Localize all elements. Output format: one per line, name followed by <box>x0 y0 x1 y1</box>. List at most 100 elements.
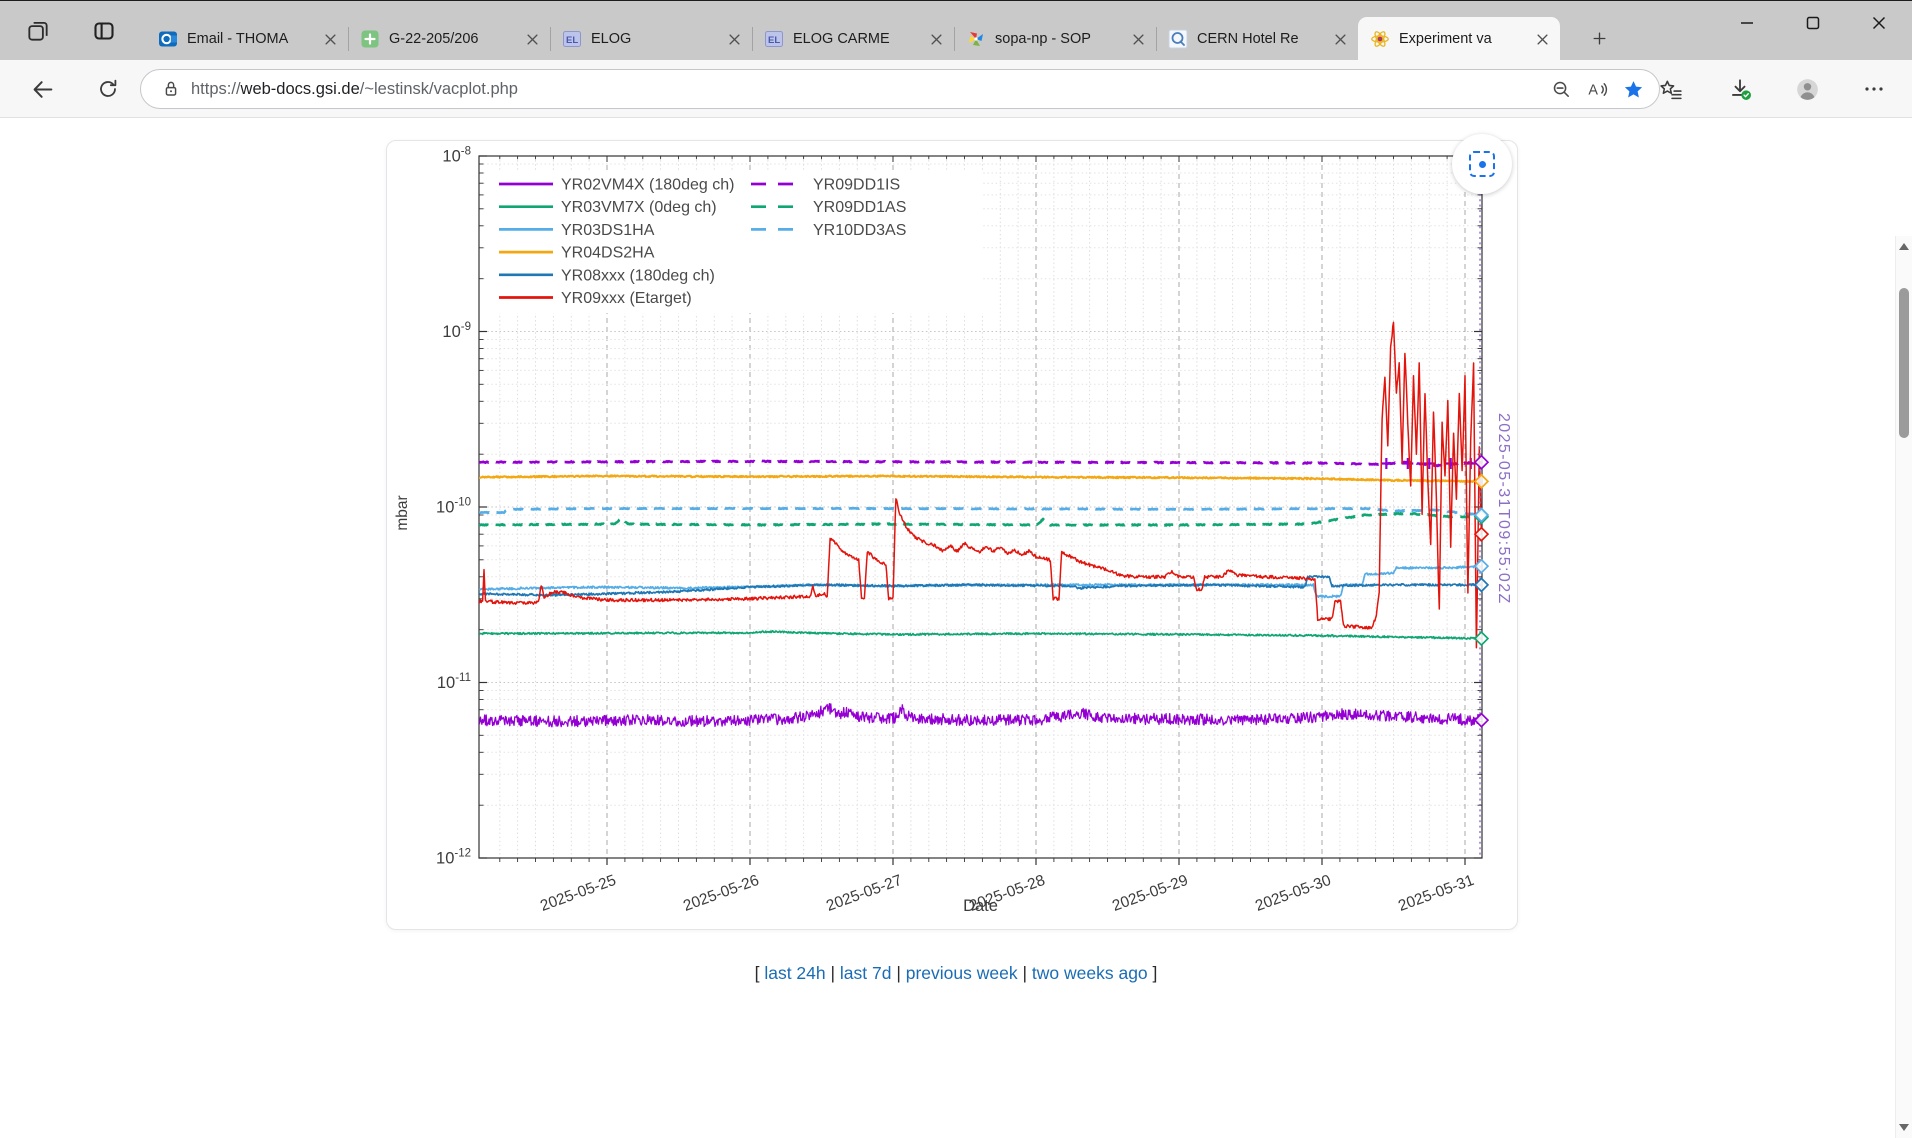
tab-cern-hotel-re[interactable]: CERN Hotel Re <box>1156 17 1358 61</box>
legend-label: YR09xxx (Etarget) <box>561 290 692 307</box>
url-path: /~lestinsk/vacplot.php <box>360 80 518 98</box>
more-menu-icon[interactable] <box>1860 75 1888 103</box>
end-marker-diamond <box>1475 475 1488 488</box>
x-axis-label: Date <box>963 897 998 915</box>
y-axis-label: mbar <box>394 495 411 530</box>
legend-label: YR04DS2HA <box>561 245 655 262</box>
tab-title: sopa-np - SOP <box>995 31 1124 47</box>
elog-favicon: EL <box>562 29 582 49</box>
tab-title: Email - THOMA <box>187 31 316 47</box>
tab-email-thoma[interactable]: Email - THOMA <box>146 17 348 61</box>
downloads-icon[interactable] <box>1726 75 1754 103</box>
end-marker-diamond <box>1475 456 1488 469</box>
url-scheme: https:// <box>191 80 241 98</box>
favorite-star-icon[interactable] <box>1621 77 1645 101</box>
links-separator: | <box>1018 963 1032 983</box>
x-tick-label: 2025-05-29 <box>1110 872 1190 915</box>
legend-label: YR03DS1HA <box>561 222 655 239</box>
tab-title: CERN Hotel Re <box>1197 31 1326 47</box>
link-last-7d[interactable]: last 7d <box>840 963 892 983</box>
scrollbar-thumb[interactable] <box>1899 288 1909 438</box>
y-tick-label: 10-11 <box>437 672 471 692</box>
y-tick-label: 10-8 <box>442 146 471 166</box>
tab-close-icon[interactable] <box>928 31 944 47</box>
favorites-hub-icon[interactable] <box>1657 75 1685 103</box>
tab-separator <box>752 27 753 51</box>
scroll-up-arrow-icon[interactable] <box>1899 243 1909 250</box>
address-bar[interactable]: https://web-docs.gsi.de/~lestinsk/vacplo… <box>140 69 1660 109</box>
outlook-favicon <box>158 29 178 49</box>
x-tick-label: 2025-05-26 <box>681 872 761 915</box>
tab-separator <box>550 27 551 51</box>
url-text[interactable]: https://web-docs.gsi.de/~lestinsk/vacplo… <box>191 80 1549 99</box>
tab-actions-icon[interactable] <box>90 17 118 45</box>
tab-sopa-np-sop[interactable]: sopa-np - SOP <box>954 17 1156 61</box>
tab-elog[interactable]: ELELOG <box>550 17 752 61</box>
link-previous-week[interactable]: previous week <box>906 963 1018 983</box>
read-aloud-icon[interactable]: A <box>1585 77 1609 101</box>
tab-title: ELOG CARME <box>793 31 922 47</box>
tab-title: G-22-205/206 <box>389 31 518 47</box>
links-open-bracket: [ <box>755 963 765 983</box>
back-icon[interactable] <box>28 75 56 103</box>
tab-separator <box>954 27 955 51</box>
series-yr03vm7x-0deg-ch <box>479 631 1481 639</box>
sheet-favicon <box>360 29 380 49</box>
series-yr08xxx-180deg-ch <box>479 576 1481 596</box>
link-last-24h[interactable]: last 24h <box>764 963 825 983</box>
y-tick-label: 10-10 <box>436 497 471 517</box>
tab-title: Experiment va <box>1399 31 1528 47</box>
legend-label: YR02VM4X (180deg ch) <box>561 177 734 194</box>
visual-search-capture-button[interactable] <box>1452 134 1512 194</box>
svg-text:A: A <box>1588 82 1598 98</box>
legend-label: YR10DD3AS <box>813 222 906 239</box>
x-tick-label: 2025-05-30 <box>1253 872 1334 915</box>
links-close-bracket: ] <box>1148 963 1158 983</box>
legend-label: YR09DD1IS <box>813 177 900 194</box>
browser-titlebar: Email - THOMAG-22-205/206ELELOGELELOG CA… <box>0 0 1912 60</box>
legend-label: YR08xxx (180deg ch) <box>561 267 715 284</box>
pinwheel-favicon <box>966 29 986 49</box>
end-marker-diamond <box>1475 528 1488 541</box>
link-two-weeks-ago[interactable]: two weeks ago <box>1032 963 1148 983</box>
scroll-down-arrow-icon[interactable] <box>1899 1124 1909 1131</box>
annotation-timestamp: 2025-05-31T09:55:02Z <box>1495 413 1512 605</box>
y-tick-label: 10-12 <box>436 848 471 868</box>
page-scrollbar[interactable] <box>1895 236 1912 1138</box>
series-yr10dd3as <box>479 508 1481 515</box>
capture-frame-icon <box>1469 151 1495 177</box>
tab-close-icon[interactable] <box>1130 31 1146 47</box>
browser-toolbar: https://web-docs.gsi.de/~lestinsk/vacplo… <box>0 60 1912 118</box>
tab-close-icon[interactable] <box>1332 31 1348 47</box>
vacuum-pressure-chart: 10-810-910-1010-1110-122025-05-252025-05… <box>387 141 1515 927</box>
time-range-links: [ last 24h | last 7d | previous week | t… <box>0 963 1912 984</box>
tab-close-icon[interactable] <box>1534 31 1550 47</box>
tab-close-icon[interactable] <box>726 31 742 47</box>
lock-icon[interactable] <box>159 77 183 101</box>
series-yr09dd1is <box>479 461 1481 466</box>
legend-label: YR03VM7X (0deg ch) <box>561 199 717 216</box>
maximize-button[interactable] <box>1780 1 1846 45</box>
tab-g-22-205-206[interactable]: G-22-205/206 <box>348 17 550 61</box>
series-yr02vm4x-180deg-ch <box>479 704 1481 727</box>
tab-experiment-va[interactable]: Experiment va <box>1358 17 1560 61</box>
tab-elog-carme[interactable]: EL ELOG CARME <box>752 17 954 61</box>
cern-favicon <box>1168 29 1188 49</box>
tab-close-icon[interactable] <box>524 31 540 47</box>
minimize-button[interactable] <box>1714 1 1780 45</box>
close-window-button[interactable] <box>1846 1 1912 45</box>
legend-label: YR09DD1AS <box>813 199 906 216</box>
refresh-icon[interactable] <box>94 75 122 103</box>
x-tick-label: 2025-05-25 <box>538 872 618 915</box>
tab-close-icon[interactable] <box>322 31 338 47</box>
tab-separator <box>1156 27 1157 51</box>
links-separator: | <box>826 963 840 983</box>
new-tab-button[interactable] <box>1584 23 1614 53</box>
zoom-out-icon[interactable] <box>1549 77 1573 101</box>
links-separator: | <box>891 963 905 983</box>
elog-favicon: EL <box>764 29 784 49</box>
workspaces-icon[interactable] <box>24 17 52 45</box>
svg-text:EL: EL <box>566 35 578 46</box>
profile-avatar-icon[interactable] <box>1793 75 1821 103</box>
page-content: 10-810-910-1010-1110-122025-05-252025-05… <box>0 118 1912 1020</box>
